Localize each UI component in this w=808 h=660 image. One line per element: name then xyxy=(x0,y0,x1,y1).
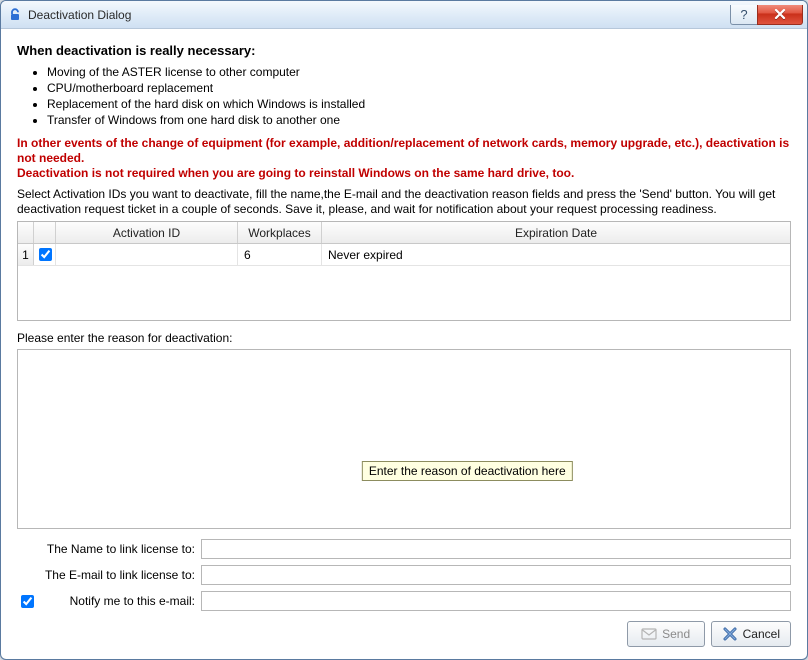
lock-icon xyxy=(7,7,23,23)
reason-label: Please enter the reason for deactivation… xyxy=(17,331,791,345)
help-button[interactable]: ? xyxy=(730,5,758,25)
name-label: The Name to link license to: xyxy=(17,542,195,556)
column-header-activation-id[interactable]: Activation ID xyxy=(56,222,238,243)
email-label: The E-mail to link license to: xyxy=(17,568,195,582)
reason-tooltip: Enter the reason of deactivation here xyxy=(362,461,573,481)
close-button[interactable] xyxy=(757,5,803,25)
table-row[interactable]: 1 6 Never expired xyxy=(18,244,790,266)
column-header-index[interactable] xyxy=(18,222,34,243)
button-row: Send Cancel xyxy=(17,617,791,647)
cancel-button-label: Cancel xyxy=(743,627,780,641)
bullet-item: Moving of the ASTER license to other com… xyxy=(47,64,791,80)
warning-line: In other events of the change of equipme… xyxy=(17,136,789,165)
dialog-window: Deactivation Dialog ? When deactivation … xyxy=(0,0,808,660)
envelope-icon xyxy=(641,626,657,642)
row-checkbox[interactable] xyxy=(39,248,52,261)
notify-label: Notify me to this e-mail: xyxy=(41,594,195,608)
bullet-item: CPU/motherboard replacement xyxy=(47,80,791,96)
client-area: When deactivation is really necessary: M… xyxy=(7,33,801,653)
heading: When deactivation is really necessary: xyxy=(17,43,791,58)
bullet-item: Replacement of the hard disk on which Wi… xyxy=(47,96,791,112)
name-input[interactable] xyxy=(201,539,791,559)
instructions-text: Select Activation IDs you want to deacti… xyxy=(17,187,791,217)
row-checkbox-cell xyxy=(34,244,56,265)
titlebar: Deactivation Dialog ? xyxy=(1,1,807,29)
column-header-workplaces[interactable]: Workplaces xyxy=(238,222,322,243)
column-header-check[interactable] xyxy=(34,222,56,243)
window-title: Deactivation Dialog xyxy=(28,8,131,22)
email-input[interactable] xyxy=(201,565,791,585)
reason-textarea[interactable]: Enter the reason of deactivation here xyxy=(17,349,791,529)
column-header-expiration[interactable]: Expiration Date xyxy=(322,222,790,243)
warning-line: Deactivation is not required when you ar… xyxy=(17,166,574,180)
bullet-list: Moving of the ASTER license to other com… xyxy=(47,64,791,128)
row-index: 1 xyxy=(18,244,34,265)
cell-activation-id xyxy=(56,244,238,265)
warning-text: In other events of the change of equipme… xyxy=(17,136,791,181)
activation-grid: Activation ID Workplaces Expiration Date… xyxy=(17,221,791,321)
cancel-x-icon xyxy=(722,626,738,642)
cancel-button[interactable]: Cancel xyxy=(711,621,791,647)
notify-checkbox[interactable] xyxy=(21,595,34,608)
cell-workplaces: 6 xyxy=(238,244,322,265)
cell-expiration: Never expired xyxy=(322,244,790,265)
bullet-item: Transfer of Windows from one hard disk t… xyxy=(47,112,791,128)
notify-input[interactable] xyxy=(201,591,791,611)
send-button[interactable]: Send xyxy=(627,621,705,647)
grid-header: Activation ID Workplaces Expiration Date xyxy=(18,222,790,244)
send-button-label: Send xyxy=(662,627,690,641)
